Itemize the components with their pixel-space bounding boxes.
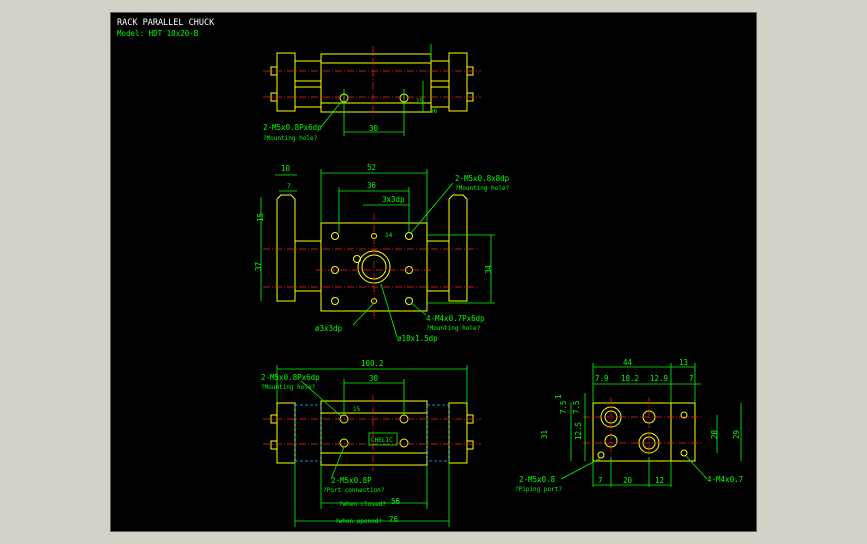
jaw-open-right: [426, 404, 450, 462]
side-view: 44 13 7.9 18.2 12.9 7 1 7.5 7.5 12.5 31 …: [515, 358, 743, 493]
note-piping-port: 2-M5x0.8: [519, 475, 556, 484]
drawing-title: RACK PARALLEL CHUCK: [117, 18, 215, 28]
side-body: [592, 402, 672, 462]
dim-14: 14: [385, 232, 393, 239]
dim-30: 30: [369, 124, 379, 133]
dim-20v: 20: [710, 429, 719, 439]
note-piping-port-sub: ?Piping port?: [515, 486, 562, 493]
note-bottom-thread: 4-M4x0.7Px6dp: [426, 314, 485, 323]
dim-18-2: 18.2: [621, 374, 639, 383]
note-mounting-thread-b: 2-M5x0.8Px6dp: [261, 373, 320, 382]
dim-34: 34: [484, 264, 493, 274]
dim-1: 1: [554, 394, 563, 399]
dim-10: 10: [281, 164, 291, 173]
dim-44: 44: [623, 358, 633, 367]
dim-36: 36: [367, 181, 377, 190]
right-jaw: [448, 52, 468, 112]
cad-drawing: RACK PARALLEL CHUCK Model: HDT 10x20-B 3…: [117, 18, 743, 527]
front-view: 52 36 10 7 3x3dp 14 15 37 34 2-M5x0.8x8d…: [254, 163, 510, 343]
dim-76: 76: [389, 515, 399, 524]
note-port-thread: 2-M5x0.8P: [331, 476, 372, 485]
plate-label: CHELIC: [371, 437, 393, 444]
note-top-thread: 2-M5x0.8x8dp: [455, 174, 510, 183]
dim-7b: 7: [598, 476, 603, 485]
drawing-viewport[interactable]: RACK PARALLEL CHUCK Model: HDT 10x20-B 3…: [110, 12, 757, 532]
note-mounting-sub-b: ?Mounting hole?: [261, 384, 316, 391]
note-mounting-sub: ?Mounting hole?: [263, 135, 318, 142]
dim-12-5: 12.5: [574, 422, 583, 440]
dim-31: 31: [540, 430, 549, 439]
bottom-view: CHELIC 100.2 30 15 ?when closed? 56 ?whe…: [261, 359, 481, 527]
dim-7-5a: 7.5: [559, 400, 568, 414]
dim-d6: ø6: [430, 108, 438, 115]
dim-52: 52: [367, 163, 376, 172]
note-pin-hole: ø3x3dp: [315, 324, 343, 333]
label-when-closed: ?when closed?: [339, 501, 386, 508]
dim-7-5b: 7.5: [572, 400, 581, 414]
note-side-thread: 4-M4x0.7: [707, 475, 743, 484]
dim-100-2: 100.2: [361, 359, 384, 368]
dim-15: 15: [416, 98, 424, 105]
dim-15v: 15: [256, 213, 265, 222]
dim-56: 56: [391, 497, 401, 506]
model-label: Model: HDT 10x20-B: [117, 29, 199, 38]
dim-12: 12: [655, 476, 664, 485]
dim-37: 37: [254, 262, 263, 271]
dim-13: 13: [679, 358, 688, 367]
dim-29: 29: [732, 430, 741, 439]
dim-3x3dp: 3x3dp: [382, 195, 405, 204]
jaw-open-left: [294, 404, 322, 462]
dim-7: 7: [287, 183, 291, 190]
note-center-bore: ø18x1.5dp: [397, 334, 438, 343]
note-mounting-thread: 2-M5x0.8Px6dp: [263, 123, 322, 132]
note-port-sub: ?Port connection?: [323, 487, 385, 494]
left-jaw: [276, 52, 296, 112]
dim-20h: 20: [623, 476, 633, 485]
label-when-opened: ?when opened?: [335, 518, 382, 525]
dim-12-9: 12.9: [650, 374, 668, 383]
top-view: 30 15 ø6 2-M5x0.8Px6dp ?Mounting hole?: [263, 44, 481, 142]
note-top-sub: ?Mounting hole?: [455, 185, 510, 192]
dim-15b: 15: [353, 406, 361, 413]
note-bottom-sub: ?Mounting hole?: [426, 325, 481, 332]
dim-30b: 30: [369, 374, 379, 383]
dim-7-9: 7.9: [595, 374, 609, 383]
dim-7a: 7: [689, 374, 694, 383]
